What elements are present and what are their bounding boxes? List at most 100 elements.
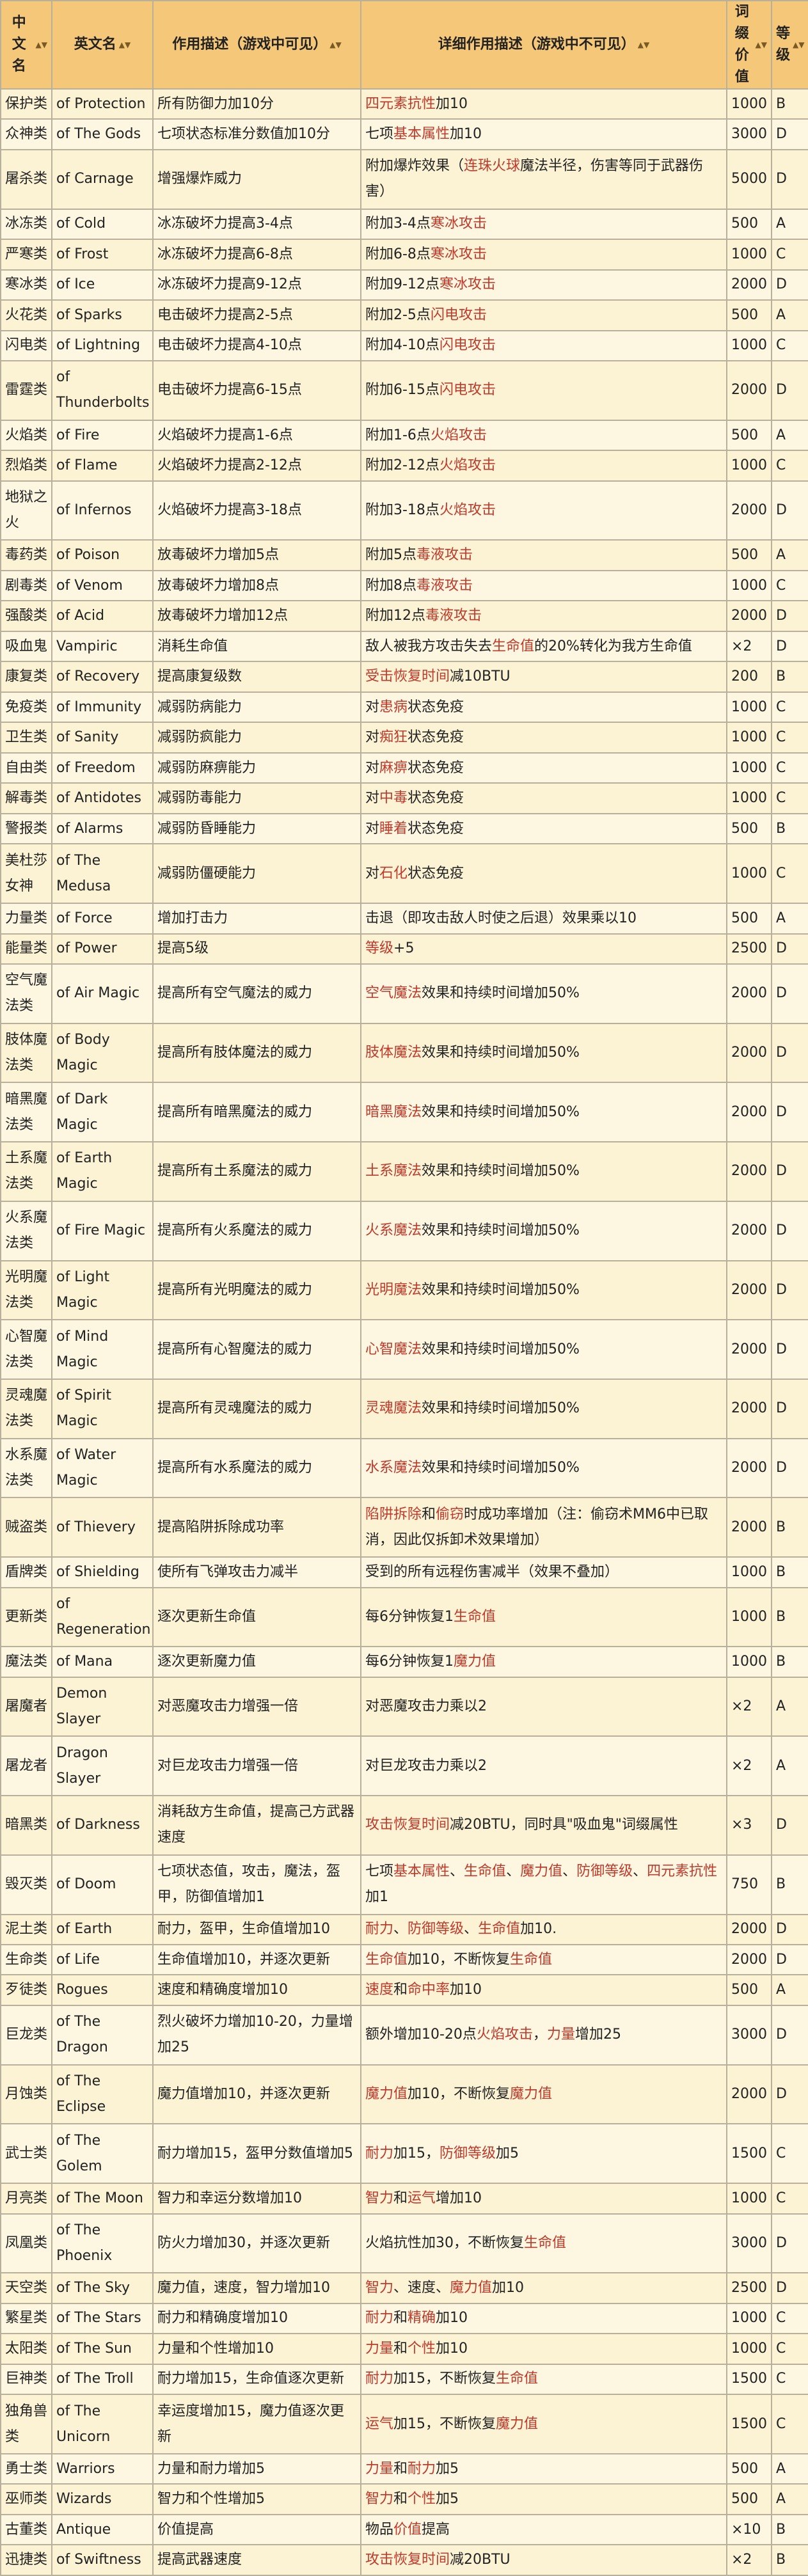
table-row: 土系魔法类 of Earth Magic 提高所有土系魔法的威力 土系魔法效果和持续时…	[0, 1141, 808, 1202]
table-row: 巨神类 of The Troll 耐力增加15，生命值逐次更新 耐力加15，不断恢复生…	[0, 2363, 808, 2396]
cell-affix-value: 1000	[726, 2333, 772, 2365]
cell-level: A	[771, 2453, 808, 2485]
sort-icon[interactable]: ▲▼	[329, 41, 341, 49]
cell-use-description: 烈火破坏力增加10-20，力量增加25	[152, 2004, 361, 2066]
cell-chinese-name: 月亮类	[0, 2183, 52, 2215]
cell-use-description: 减弱防毒能力	[152, 782, 361, 814]
cell-detail-description: 光明魔法效果和持续时间增加50%	[360, 1260, 727, 1321]
detail-text: 和	[393, 2460, 408, 2477]
highlight-term: 运气	[365, 2415, 394, 2432]
cell-detail-description: 受击恢复时间减10BTU	[360, 661, 727, 693]
cell-affix-value: 1000	[726, 450, 772, 482]
cell-use-description: 对恶魔攻击力增强一倍	[152, 1676, 361, 1737]
cell-use-description: 七项状态标准分数值加10分	[152, 118, 361, 150]
cell-detail-description: 速度和命中率加10	[360, 1974, 727, 2006]
cell-detail-description: 暗黑魔法效果和持续时间增加50%	[360, 1082, 727, 1143]
header-use-description[interactable]: 作用描述（游戏中可见） ▲▼	[152, 0, 361, 90]
table-row: 盾牌类 of Shielding 使所有飞弹攻击力减半 受到的所有远程伤害减半（效果不…	[0, 1556, 808, 1588]
cell-level: C	[771, 843, 808, 905]
cell-english-name: of Mind Magic	[51, 1319, 154, 1380]
detail-text: 附加5点	[365, 547, 416, 564]
cell-chinese-name: 能量类	[0, 933, 52, 965]
cell-english-name: of Frost	[51, 239, 154, 271]
detail-text: +5	[393, 940, 415, 957]
cell-affix-value: 750	[726, 1854, 772, 1915]
header-row: 中文名 ▲▼ 英文名 ▲▼ 作用描述（游戏中可见） ▲▼ 详细作用描述（游戏中不可见）…	[0, 0, 808, 90]
sort-icon[interactable]: ▲▼	[119, 41, 131, 49]
detail-text: 状态免疫	[408, 729, 464, 746]
detail-text: 加10	[492, 2279, 525, 2296]
detail-text: 和	[393, 2190, 408, 2206]
cell-use-description: 智力和个性增加5	[152, 2483, 361, 2515]
sort-icon[interactable]: ▲▼	[793, 41, 804, 49]
cell-use-description: 增强爆炸威力	[152, 148, 361, 210]
cell-use-description: 智力和幸运分数增加10	[152, 2183, 361, 2215]
cell-affix-value: 500	[726, 1974, 772, 2006]
cell-affix-value: 500	[726, 903, 772, 935]
cell-detail-description: 智力、速度、魔力值加10	[360, 2272, 727, 2304]
cell-detail-description: 附加9-12点寒冰攻击	[360, 269, 727, 301]
highlight-term: 连珠火球	[464, 158, 521, 175]
highlight-term: 毒液攻击	[425, 608, 482, 624]
cell-chinese-name: 屠杀类	[0, 148, 52, 210]
highlight-term: 基本属性	[393, 1863, 450, 1880]
header-english-name[interactable]: 英文名 ▲▼	[51, 0, 154, 90]
cell-affix-value: 1000	[726, 752, 772, 784]
cell-level: C	[771, 329, 808, 362]
cell-detail-description: 附加8点毒液攻击	[360, 569, 727, 602]
cell-level: D	[771, 269, 808, 301]
table-row: 火焰类 of Fire 火焰破坏力提高1-6点 附加1-6点火焰攻击 500 A	[0, 419, 808, 452]
cell-affix-value: 1000	[726, 2183, 772, 2215]
detail-text: 火焰抗性加30，不断恢复	[365, 2234, 524, 2251]
detail-text: 加15，不断恢复	[393, 2415, 496, 2432]
sort-icon[interactable]: ▲▼	[36, 41, 47, 49]
highlight-term: 火焰攻击	[430, 427, 487, 443]
cell-english-name: of The Troll	[51, 2363, 154, 2396]
cell-chinese-name: 月蚀类	[0, 2064, 52, 2125]
cell-english-name: of Carnage	[51, 148, 154, 210]
cell-affix-value: 2000	[726, 600, 772, 632]
table-row: 古董类 Antique 价值提高 物品价值提高 ×10 B	[0, 2513, 808, 2546]
cell-use-description: 力量和个性增加10	[152, 2333, 361, 2365]
cell-chinese-name: 雷霆类	[0, 360, 52, 421]
cell-english-name: of Venom	[51, 569, 154, 602]
table-row: 卫生类 of Sanity 减弱防疯能力 对痴狂状态免疫 1000 C	[0, 722, 808, 754]
header-affix-value[interactable]: 词缀价值 ▲▼	[726, 0, 772, 90]
cell-english-name: of Dark Magic	[51, 1082, 154, 1143]
highlight-term: 受击恢复时间	[365, 668, 450, 685]
cell-affix-value: 1000	[726, 329, 772, 362]
cell-english-name: of The Unicorn	[51, 2394, 154, 2454]
highlight-term: 生命值	[365, 1951, 408, 1968]
detail-text: 加10	[436, 2340, 468, 2357]
cell-level: C	[771, 2183, 808, 2215]
header-chinese-name[interactable]: 中文名 ▲▼	[0, 0, 52, 90]
header-detail-description[interactable]: 详细作用描述（游戏中不可见） ▲▼	[360, 0, 727, 90]
cell-detail-description: 附加3-18点火焰攻击	[360, 480, 727, 541]
cell-level: B	[771, 1586, 808, 1648]
header-label: 中文名	[12, 15, 26, 74]
table-row: 力量类 of Force 增加打击力 击退（即攻击敌人时使之后退）效果乘以10 500 A	[0, 903, 808, 935]
affix-table: 中文名 ▲▼ 英文名 ▲▼ 作用描述（游戏中可见） ▲▼ 详细作用描述（游戏中不可见）…	[0, 0, 808, 2576]
cell-level: B	[771, 2513, 808, 2546]
cell-chinese-name: 灵魂魔法类	[0, 1378, 52, 1439]
cell-english-name: of Thunderbolts	[51, 360, 154, 421]
cell-use-description: 放毒破坏力增加12点	[152, 600, 361, 632]
detail-text: 物品	[365, 2521, 394, 2538]
highlight-term: 毒液攻击	[416, 547, 473, 564]
cell-chinese-name: 武士类	[0, 2123, 52, 2185]
table-row: 泥土类 of Earth 耐力，盔甲，生命值增加10 耐力、防御等级、生命值加10. 2…	[0, 1913, 808, 1945]
cell-english-name: of Antidotes	[51, 782, 154, 814]
sort-icon[interactable]: ▲▼	[638, 41, 649, 49]
cell-use-description: 所有防御力加10分	[152, 88, 361, 120]
cell-use-description: 耐力，盔甲，生命值增加10	[152, 1913, 361, 1945]
cell-detail-description: 心智魔法效果和持续时间增加50%	[360, 1319, 727, 1380]
header-level[interactable]: 等级 ▲▼	[771, 0, 808, 90]
detail-text: 加10	[436, 2310, 468, 2327]
cell-level: B	[771, 1556, 808, 1588]
sort-icon[interactable]: ▲▼	[756, 41, 767, 49]
detail-text: 和	[393, 2491, 408, 2508]
cell-level: D	[771, 480, 808, 541]
detail-text: 和	[393, 2310, 408, 2327]
cell-use-description: 减弱防僵硬能力	[152, 843, 361, 905]
detail-text: 、	[464, 1921, 479, 1938]
